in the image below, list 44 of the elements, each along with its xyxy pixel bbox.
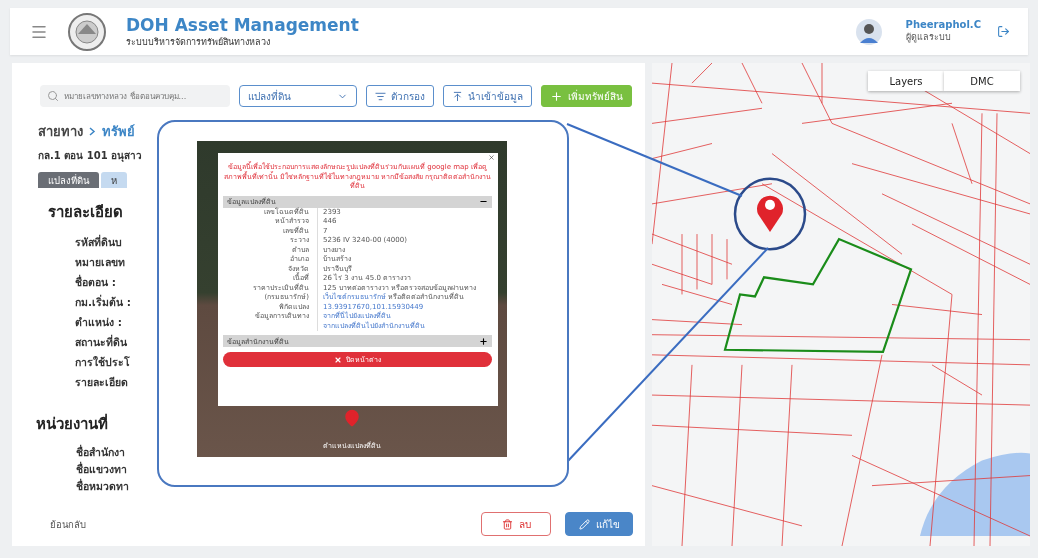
avatar-icon [855,18,882,45]
map-pin-icon [343,409,361,427]
logout-icon[interactable] [997,25,1010,38]
close-icon [488,154,495,161]
map-layer-button[interactable]: Layers [868,71,944,91]
user-role: ผู้ดูแลระบบ [905,31,952,44]
user-name: Pheeraphol.C [905,19,981,30]
plus-icon [550,89,563,103]
field-label: ชื่อแขวงทา [75,463,127,477]
edit-button[interactable]: แก้ไข [565,512,633,536]
search-icon [47,90,59,102]
trash-icon [501,518,513,530]
chevron-icon [89,127,96,136]
field-label: ชื่อหมวดทา [75,480,129,494]
route-label: กล.1 ตอน 101 อนุสาว [37,149,143,163]
breadcrumb-link[interactable]: ทรัพย์ [102,121,135,142]
filter-icon [375,90,386,102]
field-label: หมายเลขท [74,256,125,270]
pencil-icon [578,518,590,530]
field-label: กม.เริ่มต้น : [74,296,131,310]
field-label: สถานะที่ดิน [74,336,127,350]
section-heading: หน่วยงานที่ [35,412,108,435]
filter-button[interactable]: ตัวกรอง [366,85,434,107]
close-button[interactable] [488,154,495,161]
upload-icon [452,90,463,102]
field-label: รหัสที่ดินบ [74,236,122,250]
field-label: การใช้ประโ [74,356,130,370]
tab[interactable]: แปลงที่ดิน [38,172,99,188]
close-icon [334,355,342,364]
breadcrumb-link[interactable]: สายทาง [38,121,83,142]
field-label: รายละเอียด [74,376,128,390]
import-button[interactable]: นำเข้าข้อมูล [443,85,532,107]
app-subtitle: ระบบบริหารจัดการทรัพย์สินทางหลวง [126,35,271,49]
field-label: ตำแหน่ง : [74,316,122,330]
field-label: ชื่อสำนักงา [75,446,125,460]
back-link[interactable]: ย้อนกลับ [44,515,92,533]
field-label: ชื่อตอน : [74,276,116,290]
map-layer-button[interactable]: DMC [944,71,1020,91]
search-field[interactable]: หมายเลขทางหลวง ชื่อตอนควบคุม... [40,85,230,107]
tab[interactable]: ห [101,172,127,188]
delete-button[interactable]: ลบ [481,512,551,536]
app-title: DOH Asset Management [126,14,360,35]
section-heading: รายละเอียด [47,202,123,223]
type-select[interactable]: แปลงที่ดิน [239,85,357,107]
